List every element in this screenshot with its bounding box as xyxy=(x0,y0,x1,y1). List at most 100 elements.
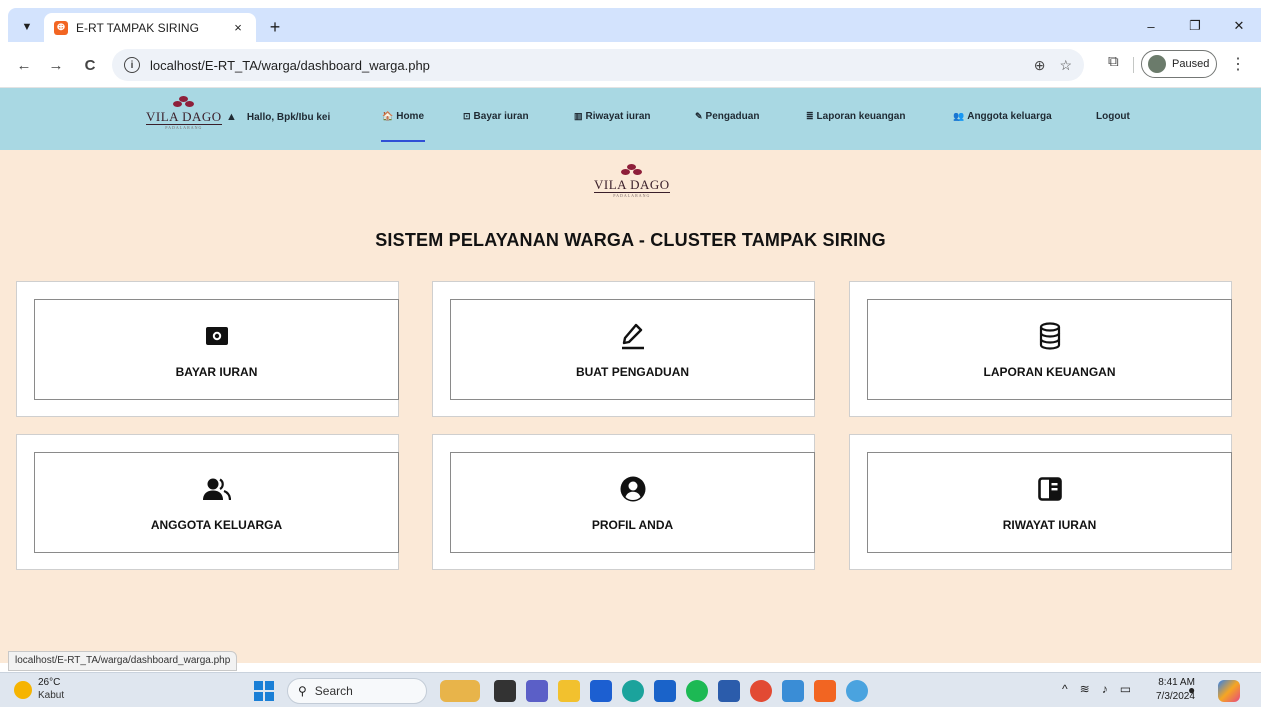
weather-description[interactable]: Kabut xyxy=(38,690,64,701)
extensions-puzzle-icon[interactable]: ⧉ xyxy=(1108,53,1119,70)
nav-item-label: Riwayat iuran xyxy=(585,111,651,122)
logo-subtext: PADALARANG xyxy=(613,193,651,198)
page-title: SISTEM PELAYANAN WARGA - CLUSTER TAMPAK … xyxy=(375,230,886,250)
card-inner[interactable]: ANGGOTA KELUARGA xyxy=(34,452,399,553)
nav-item-label: Home xyxy=(396,111,425,122)
user-greeting-text: Hallo, Bpk/Ibu kei xyxy=(246,112,331,123)
database-icon xyxy=(1039,321,1061,351)
reload-icon[interactable]: C xyxy=(78,53,102,77)
bookmark-star-icon[interactable]: ☆ xyxy=(1059,57,1072,74)
cash-icon: ⊡ xyxy=(463,111,471,121)
hero-logo: VILA DAGO PADALARANG xyxy=(594,164,670,198)
card-label: RIWAYAT IURAN xyxy=(1002,517,1097,532)
journal-icon: ▥ xyxy=(574,111,583,121)
nav-item-pengaduan[interactable]: ✎ Pengaduan xyxy=(695,111,759,122)
volume-icon[interactable]: ♪ xyxy=(1102,682,1108,696)
card-inner[interactable]: BUAT PENGADUAN xyxy=(450,299,815,400)
tab-close-icon[interactable]: × xyxy=(230,20,246,35)
chrome-icon[interactable] xyxy=(750,680,772,702)
minimize-icon[interactable]: – xyxy=(1129,14,1173,38)
card-label: BAYAR IURAN xyxy=(175,364,258,379)
nav-item-label: Laporan keuangan xyxy=(816,111,906,122)
profile-icon xyxy=(620,474,646,504)
terminal-icon[interactable] xyxy=(782,680,804,702)
taskbar-search[interactable]: ⚲ Search xyxy=(287,678,427,704)
profile-status: Paused xyxy=(1172,58,1210,70)
profile-button[interactable]: Paused xyxy=(1141,50,1217,78)
browser-menu-kebab-icon[interactable]: ⋮ xyxy=(1230,54,1246,74)
card-riwayat-iuran[interactable]: RIWAYAT IURAN xyxy=(849,434,1232,570)
pencil-icon xyxy=(621,321,645,351)
mail-icon[interactable] xyxy=(654,680,676,702)
card-bayar-iuran[interactable]: BAYAR IURAN xyxy=(16,281,399,417)
chevron-up-icon[interactable]: ^ xyxy=(1062,682,1068,696)
cash-icon xyxy=(205,321,229,351)
weather-temperature[interactable]: 26°C xyxy=(38,677,60,688)
card-inner[interactable]: PROFIL ANDA xyxy=(450,452,815,553)
app-icon[interactable] xyxy=(846,680,868,702)
database-icon: ≣ xyxy=(806,111,814,121)
teams-icon[interactable] xyxy=(526,680,548,702)
browser-tab[interactable]: ⴲ E-RT TAMPAK SIRING × xyxy=(44,13,256,42)
nav-item-anggota-keluarga[interactable]: 👥 Anggota keluarga xyxy=(953,111,1052,122)
card-inner[interactable]: BAYAR IURAN xyxy=(34,299,399,400)
nav-item-logout[interactable]: Logout xyxy=(1096,111,1130,122)
spotify-icon[interactable] xyxy=(686,680,708,702)
file-explorer-icon[interactable] xyxy=(558,680,580,702)
logo-text: VILA DAGO xyxy=(146,109,222,125)
card-inner[interactable]: LAPORAN KEUANGAN xyxy=(867,299,1232,400)
window-controls: – ❐ ✕ xyxy=(1129,14,1261,38)
tab-search-chevron-down-icon[interactable]: ▼ xyxy=(16,16,38,38)
back-arrow-icon[interactable]: ← xyxy=(12,53,36,77)
user-greeting: ▲ Hallo, Bpk/Ibu kei xyxy=(226,111,330,123)
forward-arrow-icon[interactable]: → xyxy=(44,53,68,77)
nav-item-label: Pengaduan xyxy=(705,111,760,122)
people-icon xyxy=(202,474,231,504)
nav-item-label: Logout xyxy=(1096,111,1130,122)
nav-item-label: Bayar iuran xyxy=(473,111,529,122)
battery-icon[interactable]: ▭ xyxy=(1120,682,1131,696)
site-logo[interactable]: VILA DAGO PADALARANG xyxy=(146,96,222,130)
edge-icon[interactable] xyxy=(622,680,644,702)
card-anggota-keluarga[interactable]: ANGGOTA KELUARGA xyxy=(16,434,399,570)
system-tray: ^ ≋ ♪ ▭ xyxy=(1062,682,1131,696)
search-placeholder: Search xyxy=(314,684,353,698)
nav-item-bayar-iuran[interactable]: ⊡ Bayar iuran xyxy=(463,111,529,122)
weather-sun-icon[interactable] xyxy=(14,681,32,699)
copilot-icon[interactable] xyxy=(1218,680,1240,702)
word-icon[interactable] xyxy=(718,680,740,702)
person-icon: ▲ xyxy=(226,111,237,123)
xampp-icon[interactable] xyxy=(814,680,836,702)
toolbar-divider xyxy=(1133,57,1134,73)
window-close-icon[interactable]: ✕ xyxy=(1217,14,1261,38)
pencil-icon: ✎ xyxy=(695,111,703,121)
card-buat-pengaduan[interactable]: BUAT PENGADUAN xyxy=(432,281,815,417)
site-info-icon[interactable]: i xyxy=(124,57,140,73)
card-laporan-keuangan[interactable]: LAPORAN KEUANGAN xyxy=(849,281,1232,417)
zoom-icon[interactable]: ⊕ xyxy=(1034,57,1046,74)
card-inner[interactable]: RIWAYAT IURAN xyxy=(867,452,1232,553)
nav-item-riwayat-iuran[interactable]: ▥ Riwayat iuran xyxy=(574,111,651,122)
nav-item-laporan-keuangan[interactable]: ≣ Laporan keuangan xyxy=(806,111,905,122)
widget-app-icon[interactable] xyxy=(440,680,480,702)
site-navbar: VILA DAGO PADALARANG ▲ Hallo, Bpk/Ibu kei… xyxy=(0,88,1261,150)
flower-logo-icon xyxy=(172,96,195,110)
address-bar[interactable]: i localhost/E-RT_TA/warga/dashboard_warg… xyxy=(112,49,1084,81)
store-icon[interactable] xyxy=(590,680,612,702)
task-view-icon[interactable] xyxy=(494,680,516,702)
browser-toolbar: ← → C i localhost/E-RT_TA/warga/dashboar… xyxy=(0,42,1261,88)
wifi-icon[interactable]: ≋ xyxy=(1080,682,1090,696)
status-bar-url: localhost/E-RT_TA/warga/dashboard_warga.… xyxy=(8,651,238,671)
tab-title: E-RT TAMPAK SIRING xyxy=(76,20,199,35)
restore-icon[interactable]: ❐ xyxy=(1173,14,1217,38)
nav-item-home[interactable]: 🏠 Home xyxy=(382,111,424,122)
url-text[interactable]: localhost/E-RT_TA/warga/dashboard_warga.… xyxy=(150,58,1020,73)
notification-bell-icon[interactable]: ● xyxy=(1188,683,1195,697)
browser-tabstrip: ▼ ⴲ E-RT TAMPAK SIRING × + – ❐ ✕ xyxy=(0,0,1261,42)
card-profil-anda[interactable]: PROFIL ANDA xyxy=(432,434,815,570)
flower-logo-icon xyxy=(620,164,643,178)
logo-subtext: PADALARANG xyxy=(165,125,203,130)
windows-start-icon[interactable] xyxy=(254,681,274,701)
new-tab-plus-icon[interactable]: + xyxy=(264,16,286,38)
windows-taskbar: 26°C Kabut ⚲ Search ^ ≋ ♪ ▭ 8:41 AM 7/3/… xyxy=(0,672,1261,707)
